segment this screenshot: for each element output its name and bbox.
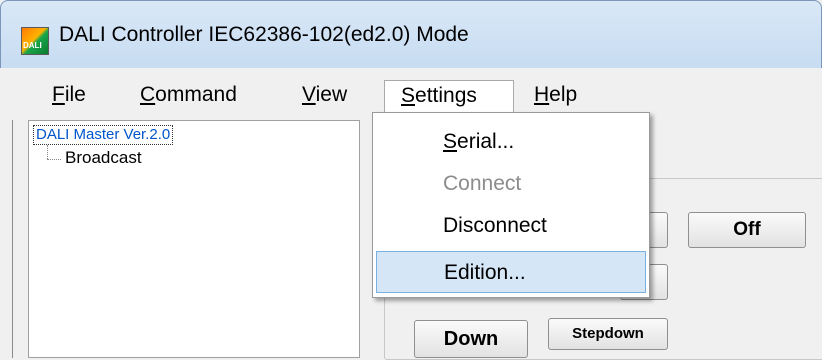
menu-file[interactable]: File [46,80,92,112]
menu-item-connect: Connect [443,172,522,195]
off-button[interactable]: Off [688,212,806,248]
menu-settings[interactable]: Settings [384,80,514,112]
menu-view[interactable]: View [296,80,353,112]
menu-help[interactable]: Help [528,80,583,112]
settings-dropdown-menu: Serial... Connect Disconnect Edition... [372,112,650,298]
tree-connector [47,145,48,159]
tree-item-broadcast[interactable]: Broadcast [65,148,142,168]
menu-command[interactable]: Command [134,80,243,112]
device-tree[interactable]: DALI Master Ver.2.0 Broadcast [28,120,360,358]
menu-item-edition[interactable]: Edition... [376,251,646,293]
menu-item-serial[interactable]: Serial... [373,121,649,163]
app-icon-label: DALI [23,41,42,50]
down-button[interactable]: Down [414,320,528,358]
menu-item-disconnect[interactable]: Disconnect [373,205,649,247]
window-title: DALI Controller IEC62386-102(ed2.0) Mode [59,23,469,46]
stepdown-button[interactable]: Stepdown [548,318,668,350]
title-bar: DALI DALI Controller IEC62386-102(ed2.0)… [0,0,822,68]
tree-connector [47,159,61,160]
tree-item-dali-master[interactable]: DALI Master Ver.2.0 [33,125,174,145]
